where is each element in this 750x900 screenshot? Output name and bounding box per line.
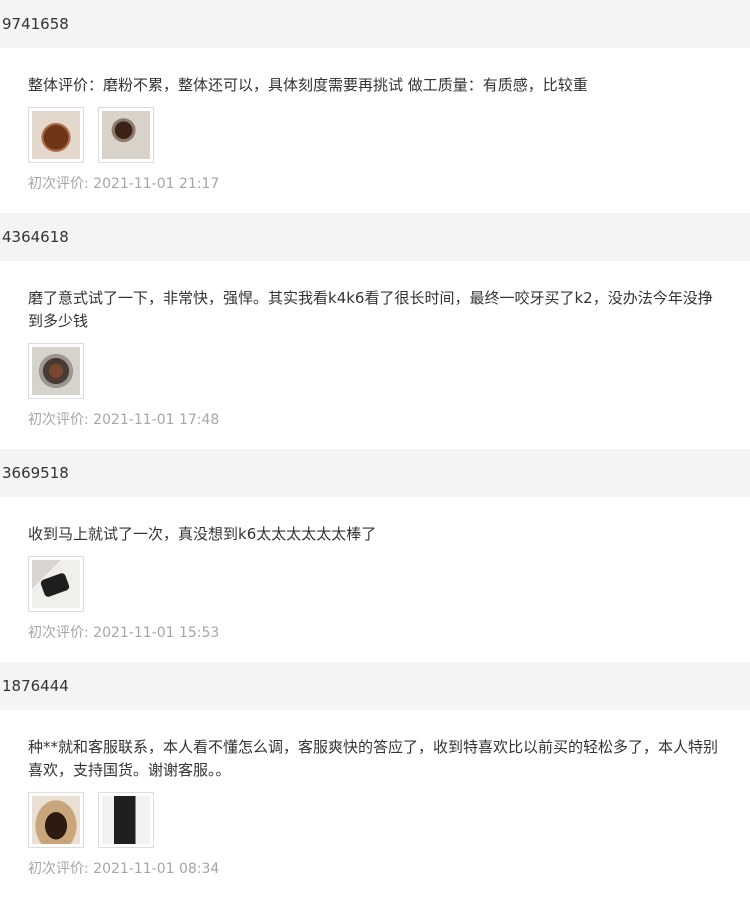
reviewer-id: 9741658: [0, 0, 750, 48]
review-list: 9741658 整体评价：磨粉不累，整体还可以，具体刻度需要再挑试 做工质量：有…: [0, 0, 750, 898]
review-images: [28, 343, 720, 399]
review-item: 1876444 种**就和客服联系，本人看不懂怎么调，客服爽快的答应了，收到特喜…: [0, 662, 750, 898]
review-image-thumbnail[interactable]: [98, 107, 154, 163]
review-body: 收到马上就试了一次，真没想到k6太太太太太太棒了 初次评价: 2021-11-0…: [0, 497, 750, 662]
review-images: [28, 792, 720, 848]
review-images: [28, 107, 720, 163]
review-image-thumbnail[interactable]: [98, 792, 154, 848]
review-image-thumbnail[interactable]: [28, 792, 84, 848]
review-item: 9741658 整体评价：磨粉不累，整体还可以，具体刻度需要再挑试 做工质量：有…: [0, 0, 750, 213]
review-item: 3669518 收到马上就试了一次，真没想到k6太太太太太太棒了 初次评价: 2…: [0, 449, 750, 662]
review-image-thumbnail[interactable]: [28, 107, 84, 163]
review-images: [28, 556, 720, 612]
review-comment: 收到马上就试了一次，真没想到k6太太太太太太棒了: [28, 525, 377, 543]
review-timestamp: 初次评价: 2021-11-01 08:34: [28, 861, 220, 877]
reviewer-id: 3669518: [0, 449, 750, 497]
review-comment: 磨了意式试了一下，非常快，强悍。其实我看k4k6看了很长时间，最终一咬牙买了k2…: [28, 289, 713, 330]
review-item: 4364618 磨了意式试了一下，非常快，强悍。其实我看k4k6看了很长时间，最…: [0, 213, 750, 449]
reviewer-id: 1876444: [0, 662, 750, 710]
review-timestamp: 初次评价: 2021-11-01 21:17: [28, 176, 220, 192]
review-comment: 种**就和客服联系，本人看不懂怎么调，客服爽快的答应了，收到特喜欢比以前买的轻松…: [28, 738, 719, 779]
review-body: 整体评价：磨粉不累，整体还可以，具体刻度需要再挑试 做工质量：有质感，比较重 初…: [0, 48, 750, 213]
review-comment: 整体评价：磨粉不累，整体还可以，具体刻度需要再挑试 做工质量：有质感，比较重: [28, 76, 588, 94]
review-timestamp: 初次评价: 2021-11-01 15:53: [28, 625, 220, 641]
review-body: 种**就和客服联系，本人看不懂怎么调，客服爽快的答应了，收到特喜欢比以前买的轻松…: [0, 710, 750, 898]
review-timestamp: 初次评价: 2021-11-01 17:48: [28, 412, 220, 428]
review-body: 磨了意式试了一下，非常快，强悍。其实我看k4k6看了很长时间，最终一咬牙买了k2…: [0, 261, 750, 449]
review-image-thumbnail[interactable]: [28, 343, 84, 399]
review-image-thumbnail[interactable]: [28, 556, 84, 612]
reviewer-id: 4364618: [0, 213, 750, 261]
